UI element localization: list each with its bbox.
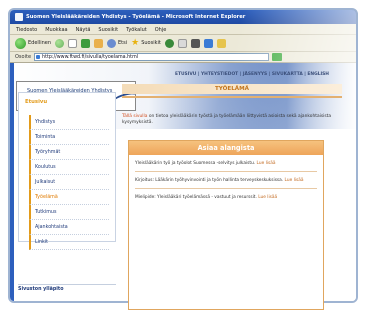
- stop-icon[interactable]: [68, 38, 77, 48]
- sidebar-item[interactable]: Tutkimus: [29, 205, 109, 220]
- home-icon[interactable]: [94, 38, 103, 48]
- sidebar-item[interactable]: Yhdistys: [29, 115, 109, 130]
- back-arrow-icon: [15, 37, 26, 49]
- menu-favorites[interactable]: Suosikit: [98, 27, 118, 34]
- menu-edit[interactable]: Muokkaa: [45, 27, 67, 34]
- forward-arrow-icon[interactable]: [55, 38, 64, 48]
- sidebar-item[interactable]: Työryhmät: [29, 145, 109, 160]
- intro-highlight: Tällä sivulla: [122, 114, 148, 119]
- favorites-button[interactable]: ★ Suosikit: [131, 38, 161, 48]
- news-entry-text: Kirjoitus: Lääkärin työhyvinvointi ja ty…: [135, 178, 284, 183]
- sidebar-divider: [18, 284, 116, 285]
- search-icon: [107, 38, 116, 48]
- intro-body: on tietoa yleislääkärin työstä ja työelä…: [122, 114, 332, 125]
- mail-icon[interactable]: [177, 38, 187, 48]
- menu-help[interactable]: Ohje: [155, 27, 167, 34]
- refresh-icon[interactable]: [81, 38, 90, 48]
- search-button[interactable]: Etsi: [107, 38, 128, 48]
- edit-icon[interactable]: [203, 38, 213, 48]
- sidebar-footer-link[interactable]: Sivuston ylläpito: [18, 287, 64, 292]
- news-entry: Yleislääkärin työ ja työolot Suomessa -s…: [129, 155, 323, 167]
- news-entry-link[interactable]: Lue lisää: [257, 161, 276, 166]
- sidebar-item[interactable]: Ajankohtaista: [29, 220, 109, 235]
- title-bar: Suomen Yleislääkäreiden Yhdistys - Työel…: [10, 10, 356, 24]
- news-entry: Mielipide: Yleislääkäri työelämässä - va…: [129, 189, 323, 201]
- back-button[interactable]: Edellinen: [15, 37, 51, 49]
- news-entry-text: Mielipide: Yleislääkäri työelämässä - va…: [135, 195, 257, 200]
- title-underline: [122, 96, 342, 98]
- news-box-heading: Asiaa alangista: [129, 141, 323, 155]
- top-nav-links[interactable]: ETUSIVU | YHTEYSTIEDOT | JÄSENYYS | SIVU…: [175, 72, 329, 77]
- address-input[interactable]: http://www.ftwd.fi/sivulla/tyoelama.html: [34, 53, 270, 61]
- news-entry: Kirjoitus: Lääkärin työhyvinvointi ja ty…: [129, 172, 323, 184]
- news-box: Asiaa alangista Yleislääkärin työ ja työ…: [128, 140, 324, 310]
- address-label: Osoite: [15, 54, 32, 60]
- search-label: Etsi: [118, 40, 128, 46]
- news-entry-link[interactable]: Lue lisää: [258, 195, 277, 200]
- print-icon[interactable]: [190, 38, 200, 48]
- menu-file[interactable]: Tiedosto: [16, 27, 37, 34]
- favorites-label: Suosikit: [141, 40, 161, 46]
- sidebar-item[interactable]: Koulutus: [29, 160, 109, 175]
- history-icon[interactable]: [164, 38, 174, 48]
- sidebar: Etusivu Yhdistys Toiminta Työryhmät Koul…: [18, 92, 116, 250]
- sidebar-title[interactable]: Etusivu: [25, 99, 109, 105]
- menu-tools[interactable]: Työkalut: [126, 27, 147, 34]
- ie-app-icon: [15, 13, 23, 21]
- menu-bar: Tiedosto Muokkaa Näytä Suosikit Työkalut…: [10, 24, 356, 35]
- messenger-icon[interactable]: [216, 38, 226, 48]
- news-entry-text: Yleislääkärin työ ja työolot Suomessa -s…: [135, 161, 256, 166]
- address-bar: Osoite http://www.ftwd.fi/sivulla/tyoela…: [10, 52, 356, 63]
- toolbar: Edellinen Etsi ★ Suosikit: [10, 35, 356, 52]
- page-title: TYÖELÄMÄ: [122, 84, 342, 94]
- star-icon: ★: [131, 38, 140, 48]
- sidebar-item-active[interactable]: Työelämä: [29, 190, 109, 205]
- sidebar-item[interactable]: Toiminta: [29, 130, 109, 145]
- sidebar-item[interactable]: Julkaisut: [29, 175, 109, 190]
- intro-text: Tällä sivulla on tietoa yleislääkärin ty…: [122, 114, 332, 126]
- sidebar-item[interactable]: Linkit: [29, 235, 109, 250]
- window-title: Suomen Yleislääkäreiden Yhdistys - Työel…: [26, 14, 246, 20]
- go-button[interactable]: [272, 53, 283, 61]
- news-entry-link[interactable]: Lue lisää: [285, 178, 304, 183]
- window-left-edge: [10, 63, 14, 301]
- menu-view[interactable]: Näytä: [76, 27, 91, 34]
- back-label: Edellinen: [28, 40, 51, 46]
